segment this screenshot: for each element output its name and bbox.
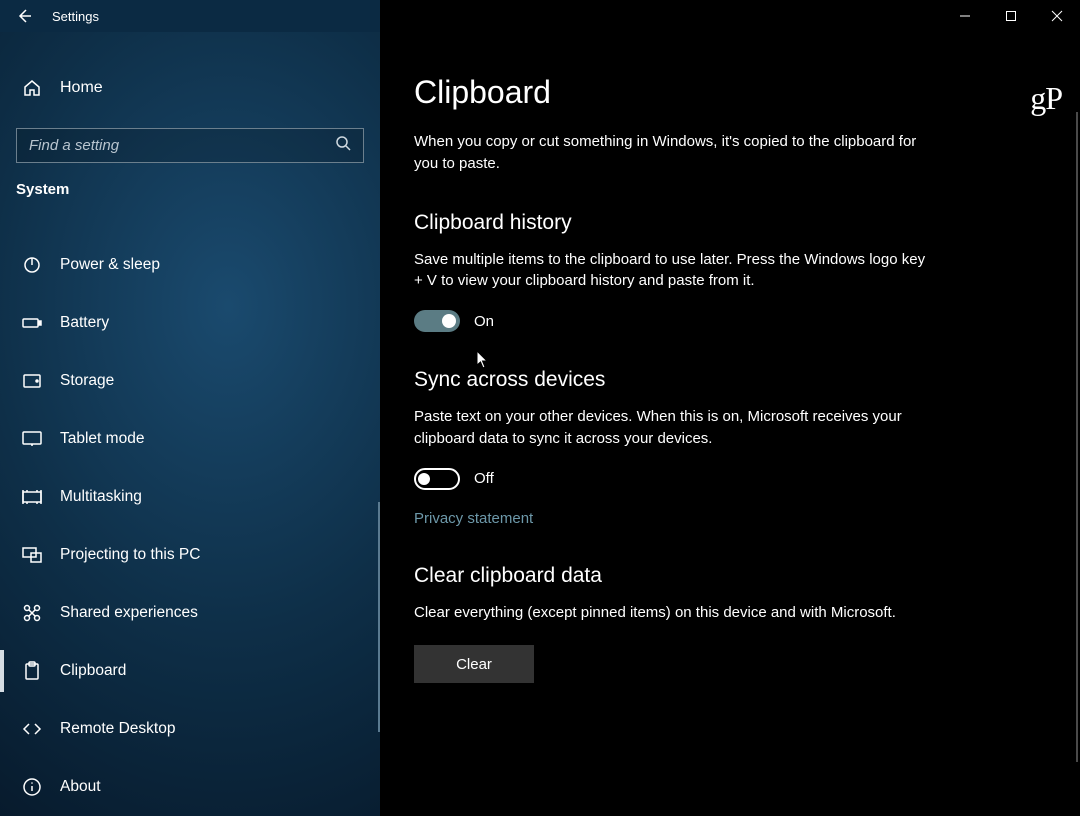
minimize-icon — [959, 10, 971, 22]
section-title: Clipboard history — [414, 211, 1032, 235]
nav-label: Projecting to this PC — [60, 546, 200, 564]
toggle-label: Off — [474, 470, 494, 487]
page-title: Clipboard — [414, 74, 1032, 111]
toggle-label: On — [474, 313, 494, 330]
multitasking-icon — [22, 487, 42, 507]
remote-icon — [22, 719, 42, 739]
tablet-icon — [22, 429, 42, 449]
category-label: System — [0, 181, 380, 198]
nav-item-power-sleep[interactable]: Power & sleep — [0, 236, 380, 294]
home-label: Home — [60, 79, 103, 97]
section-clipboard-history: Clipboard history Save multiple items to… — [414, 211, 1032, 333]
nav-label: Battery — [60, 314, 109, 332]
battery-icon — [22, 313, 42, 333]
arrow-left-icon — [16, 8, 32, 24]
shared-icon — [22, 603, 42, 623]
maximize-button[interactable] — [988, 0, 1034, 32]
storage-icon — [22, 371, 42, 391]
clear-button[interactable]: Clear — [414, 645, 534, 683]
section-title: Clear clipboard data — [414, 564, 1032, 588]
nav-item-shared-experiences[interactable]: Shared experiences — [0, 584, 380, 642]
home-icon — [22, 78, 42, 98]
search-box[interactable] — [16, 128, 364, 163]
nav-label: About — [60, 778, 101, 796]
nav-label: Clipboard — [60, 662, 126, 680]
sidebar: Home System Power & sleep Battery Storag… — [0, 32, 380, 816]
search-icon — [335, 135, 351, 156]
nav-label: Remote Desktop — [60, 720, 175, 738]
page-intro: When you copy or cut something in Window… — [414, 131, 934, 175]
search-input[interactable] — [29, 137, 335, 154]
clipboard-history-toggle[interactable] — [414, 310, 460, 332]
section-sync-devices: Sync across devices Paste text on your o… — [414, 368, 1032, 528]
section-title: Sync across devices — [414, 368, 1032, 392]
sync-devices-toggle[interactable] — [414, 468, 460, 490]
nav-label: Power & sleep — [60, 256, 160, 274]
home-nav[interactable]: Home — [0, 68, 380, 108]
privacy-statement-link[interactable]: Privacy statement — [414, 510, 533, 527]
close-icon — [1051, 10, 1063, 22]
nav-item-projecting[interactable]: Projecting to this PC — [0, 526, 380, 584]
power-icon — [22, 255, 42, 275]
nav-label: Storage — [60, 372, 114, 390]
content-scrollbar[interactable] — [1076, 112, 1078, 762]
back-button[interactable] — [0, 0, 48, 32]
nav-label: Multitasking — [60, 488, 142, 506]
section-desc: Clear everything (except pinned items) o… — [414, 602, 934, 624]
section-desc: Paste text on your other devices. When t… — [414, 406, 934, 450]
nav-label: Shared experiences — [60, 604, 198, 622]
nav-item-battery[interactable]: Battery — [0, 294, 380, 352]
titlebar: Settings — [0, 0, 1080, 32]
nav-item-tablet-mode[interactable]: Tablet mode — [0, 410, 380, 468]
nav-item-storage[interactable]: Storage — [0, 352, 380, 410]
projecting-icon — [22, 545, 42, 565]
about-icon — [22, 777, 42, 797]
minimize-button[interactable] — [942, 0, 988, 32]
nav-item-clipboard[interactable]: Clipboard — [0, 642, 380, 700]
close-button[interactable] — [1034, 0, 1080, 32]
maximize-icon — [1005, 10, 1017, 22]
nav-list: Power & sleep Battery Storage Tablet mod… — [0, 236, 380, 816]
section-desc: Save multiple items to the clipboard to … — [414, 249, 934, 293]
nav-label: Tablet mode — [60, 430, 144, 448]
nav-item-about[interactable]: About — [0, 758, 380, 816]
nav-item-remote-desktop[interactable]: Remote Desktop — [0, 700, 380, 758]
section-clear-data: Clear clipboard data Clear everything (e… — [414, 564, 1032, 684]
content-pane: gP Clipboard When you copy or cut someth… — [380, 32, 1080, 816]
window-title: Settings — [48, 9, 99, 24]
nav-item-multitasking[interactable]: Multitasking — [0, 468, 380, 526]
clipboard-icon — [22, 661, 42, 681]
watermark: gP — [1030, 80, 1062, 117]
